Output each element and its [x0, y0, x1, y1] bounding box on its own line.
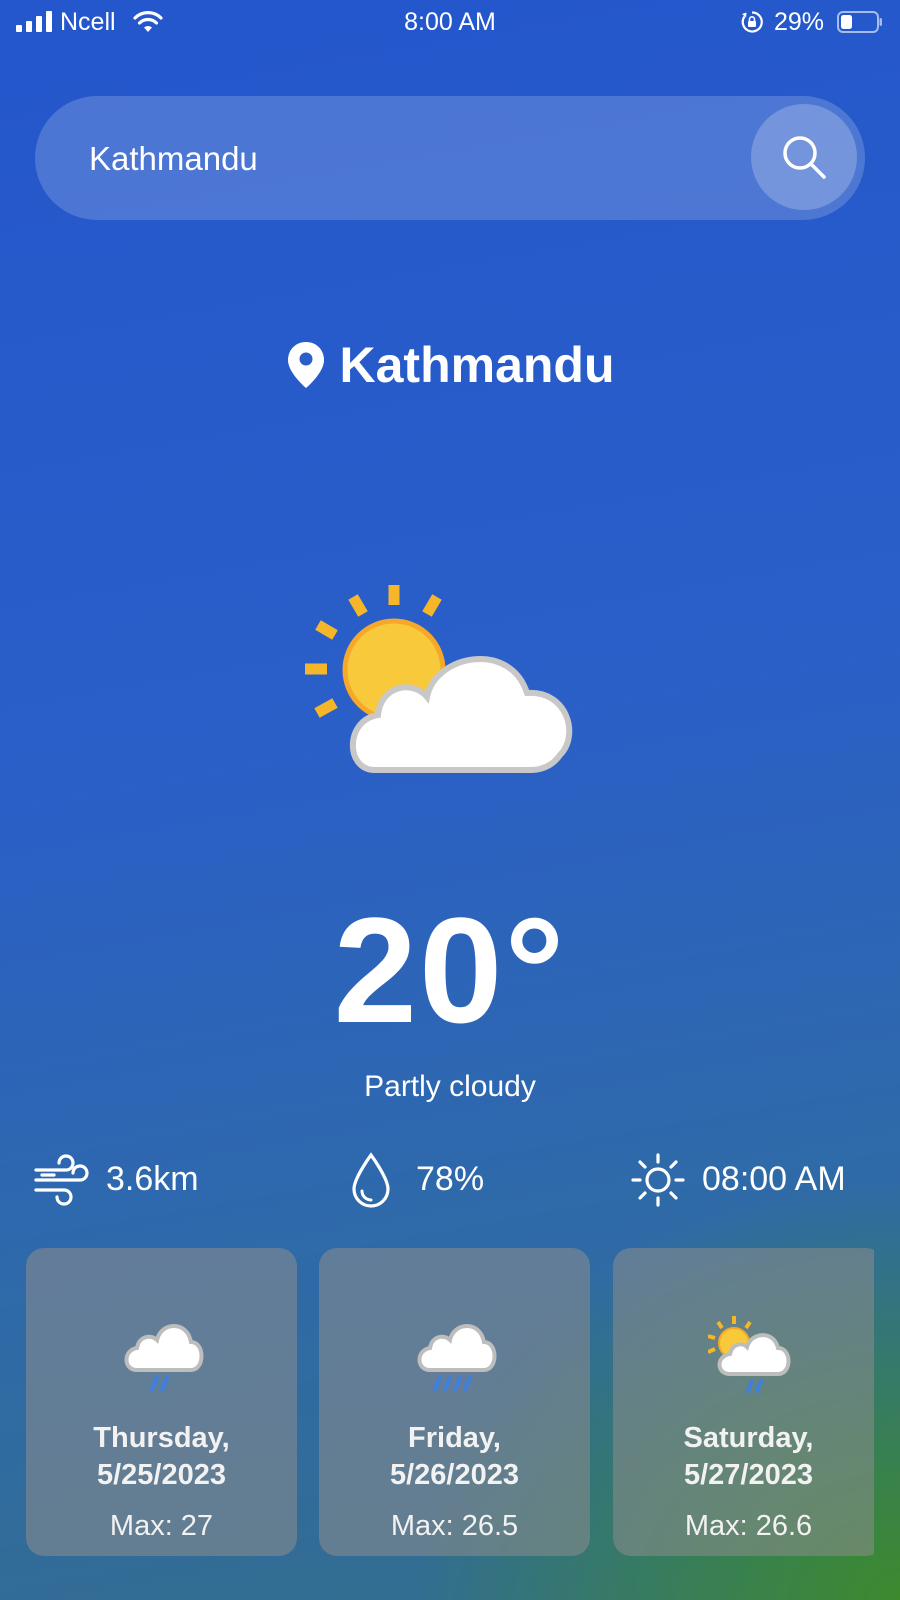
weather-screen: Ncell 8:00 AM 29% Kathmandu Kathmandu 20…: [0, 0, 900, 1600]
forecast-max: Max: 26.6: [684, 1510, 813, 1542]
wind-icon: [34, 1154, 89, 1206]
status-bar: Ncell 8:00 AM 29%: [0, 0, 900, 46]
sun-rain-cloud-icon: [708, 1316, 791, 1393]
search-button[interactable]: [751, 104, 857, 210]
forecast-date: Thursday, 5/25/2023: [26, 1420, 297, 1494]
forecast-day: Friday,: [408, 1422, 501, 1454]
search-input[interactable]: [87, 132, 731, 186]
forecast-card[interactable]: Friday, 5/26/2023 Max: 26.5: [319, 1248, 590, 1556]
heavy-rain-cloud-icon: [417, 1324, 497, 1391]
search-bar: [35, 96, 865, 220]
wind-value: 3.6km: [106, 1160, 199, 1198]
sun-icon: [631, 1153, 685, 1207]
water-drop-icon: [352, 1152, 390, 1208]
location-name: Kathmandu: [339, 337, 615, 393]
forecast-date-value: 5/25/2023: [96, 1459, 226, 1491]
humidity-value: 78%: [416, 1160, 485, 1198]
forecast-date-value: 5/27/2023: [683, 1459, 813, 1491]
forecast-date-value: 5/26/2023: [389, 1459, 519, 1491]
sunrise-value: 08:00 AM: [702, 1160, 846, 1198]
battery-icon: [837, 11, 882, 33]
forecast-date: Saturday, 5/27/2023: [613, 1420, 874, 1494]
rain-cloud-icon: [124, 1324, 204, 1391]
forecast-day: Thursday,: [93, 1422, 230, 1454]
forecast-card[interactable]: Thursday, 5/25/2023 Max: 27: [26, 1248, 297, 1556]
current-condition: Partly cloudy: [364, 1070, 536, 1103]
forecast-list[interactable]: Thursday, 5/25/2023 Max: 27 Friday, 5/26…: [26, 1248, 874, 1558]
location-pin-icon: [287, 342, 324, 388]
forecast-card[interactable]: Saturday, 5/27/2023 Max: 26.6: [613, 1248, 874, 1556]
search-icon: [783, 136, 826, 179]
forecast-max: Max: 27: [109, 1510, 214, 1542]
rotation-lock-icon: [741, 11, 763, 33]
current-temperature: 20°: [333, 886, 567, 1054]
location-header: Kathmandu: [0, 336, 900, 394]
status-time: 8:00 AM: [404, 8, 496, 36]
forecast-day: Saturday,: [683, 1422, 814, 1454]
forecast-max: Max: 26.5: [390, 1510, 519, 1542]
partly-cloudy-icon: [305, 585, 573, 773]
forecast-date: Friday, 5/26/2023: [319, 1420, 590, 1494]
battery-percentage: 29%: [774, 8, 825, 36]
